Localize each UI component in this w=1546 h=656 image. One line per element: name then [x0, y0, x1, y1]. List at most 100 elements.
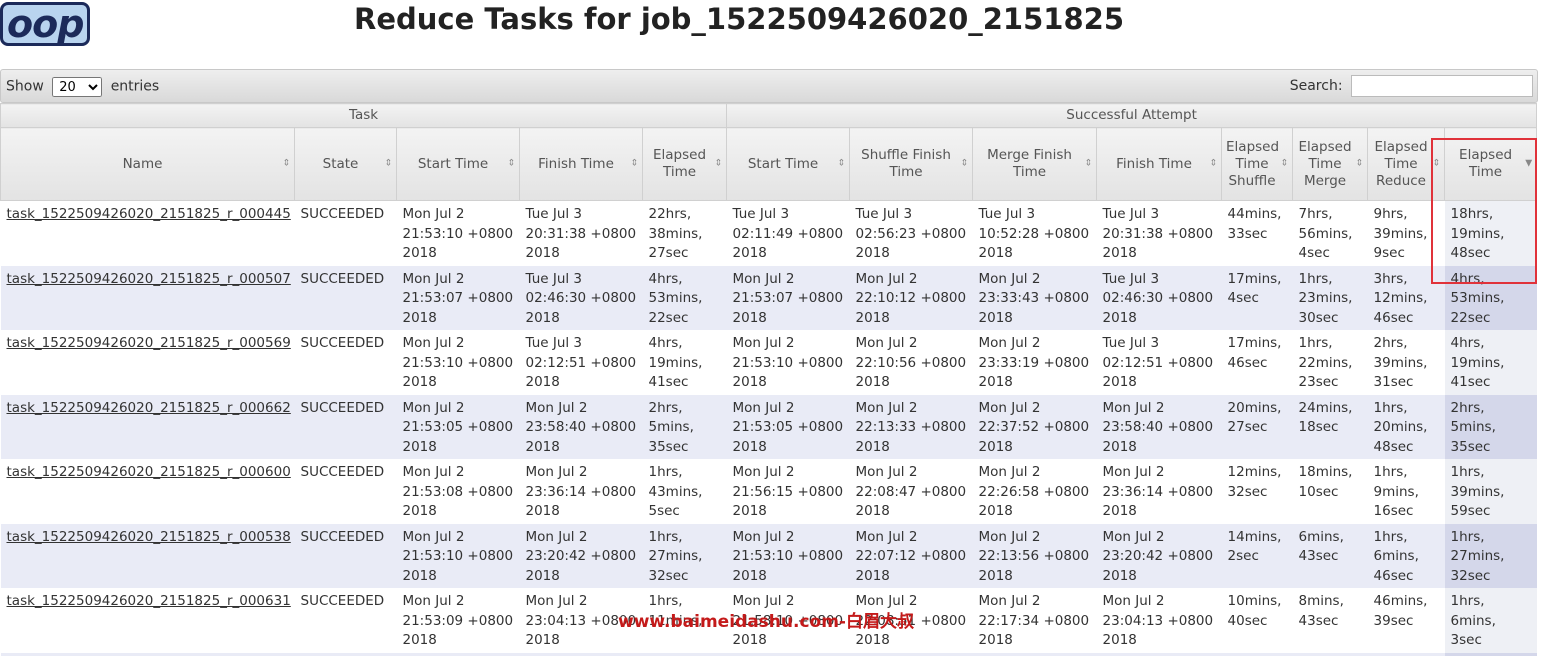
table-row: task_1522509426020_2151825_r_000445 SUCCE… [0, 200, 1537, 266]
cell-attempt-finish-time: Tue Jul 3 20:31:38 +0800 2018 [1096, 200, 1222, 266]
cell-attempt-elapsed-time: 1hrs, 27mins, 32sec [1444, 523, 1537, 588]
column-header-finish-time[interactable]: Finish Time ⇕ [519, 127, 643, 201]
cell-attempt-finish-time: Mon Jul 2 23:58:40 +0800 2018 [1096, 394, 1222, 459]
cell-state: SUCCEEDED [294, 588, 397, 653]
cell-shuffle-finish-time: Mon Jul 2 22:07:12 +0800 2018 [849, 523, 973, 588]
cell-start-time: Mon Jul 2 21:53:10 +0800 2018 [396, 523, 520, 588]
cell-name: task_1522509426020_2151825_r_000538 [0, 523, 295, 588]
sort-icon: ⇕ [1280, 158, 1289, 169]
cell-start-time: Mon Jul 2 [396, 652, 520, 656]
table-row: task_1522509426020_2151825_r_000600 SUCCE… [0, 459, 1537, 524]
cell-merge-finish-time: Mon Jul 2 23:33:19 +0800 2018 [972, 330, 1097, 395]
cell-start-time: Mon Jul 2 21:53:05 +0800 2018 [396, 394, 520, 459]
cell-merge-finish-time: Mon Jul 2 23:33:43 +0800 2018 [972, 265, 1097, 330]
cell-elapsed-reduce: 43mins, [1367, 652, 1445, 656]
column-header-attempt-elapsed-time[interactable]: Elapsed Time ▼ [1444, 127, 1538, 201]
column-header-merge-finish-time[interactable]: Merge Finish Time ⇕ [972, 127, 1098, 201]
task-link[interactable]: task_1522509426020_2151825_r_000662 [7, 400, 291, 416]
sort-icon: ⇕ [714, 158, 723, 169]
column-header-name[interactable]: Name ⇕ [0, 127, 295, 201]
cell-attempt-elapsed-time: 1hrs, 39mins, 59sec [1444, 459, 1537, 524]
cell-start-time: Mon Jul 2 21:53:10 +0800 2018 [396, 330, 520, 395]
column-header-elapsed-time[interactable]: Elapsed Time ⇕ [641, 127, 728, 201]
cell-elapsed-shuffle: 17mins, 46sec [1221, 330, 1293, 395]
cell-elapsed-merge: 7hrs, 56mins, 4sec [1292, 200, 1368, 266]
task-link[interactable]: task_1522509426020_2151825_r_000600 [7, 464, 291, 480]
cell-elapsed-shuffle: 14mins, 2sec [1221, 523, 1293, 588]
search-input[interactable] [1351, 75, 1533, 97]
search-control: Search: [1290, 75, 1533, 97]
reduce-tasks-table: Task Successful Attempt Name ⇕ State ⇕ Sta… [0, 103, 1538, 656]
table-row: task_1522509426020_2151825_r_000662 SUCCE… [0, 394, 1537, 459]
cell-merge-finish-time: Mon Jul 2 22:13:56 +0800 2018 [972, 523, 1097, 588]
cell-name: task_1522509426020_2151825_r_000600 [0, 459, 295, 524]
cell-state: SUCCEEDED [294, 330, 397, 395]
cell-elapsed-reduce: 46mins, 39sec [1367, 588, 1445, 653]
cell-finish-time: Tue Jul 3 02:12:51 +0800 2018 [519, 330, 643, 395]
search-label: Search: [1289, 78, 1343, 94]
cell-state: SUCCEEDED [294, 265, 397, 330]
column-header-state[interactable]: State ⇕ [294, 127, 397, 201]
cell-attempt-start-time: Mon Jul 2 21:53:10 +0800 2018 [726, 330, 850, 395]
cell-elapsed-merge: 8mins, 43sec [1292, 588, 1368, 653]
cell-elapsed-time: 1hrs, 27mins, 32sec [642, 523, 727, 588]
cell-attempt-finish-time: Mon Jul 2 [1096, 652, 1222, 656]
cell-attempt-elapsed-time: 18hrs, 19mins, 48sec [1444, 200, 1537, 266]
cell-elapsed-shuffle: 12mins, 32sec [1221, 459, 1293, 524]
task-link[interactable]: task_1522509426020_2151825_r_000569 [7, 335, 291, 351]
cell-attempt-start-time: Mon Jul 2 21:53:10 +0800 2018 [726, 523, 850, 588]
column-header-elapsed-shuffle[interactable]: Elapsed Time Shuffle ⇕ [1221, 127, 1294, 201]
hadoop-logo: oop [0, 2, 91, 46]
column-header-attempt-finish-time[interactable]: Finish Time ⇕ [1096, 127, 1223, 201]
cell-elapsed-shuffle: 10mins, 40sec [1221, 588, 1293, 653]
group-header-task: Task [0, 103, 728, 128]
task-link[interactable]: task_1522509426020_2151825_r_000445 [7, 206, 291, 222]
entries-length-control: Show 20 entries [6, 77, 159, 97]
cell-name: task_1522509426020_2151825_r_000631 [0, 588, 295, 653]
cell-elapsed-merge: 24mins, 18sec [1292, 394, 1368, 459]
cell-elapsed-merge: 1hrs, 23mins, 30sec [1292, 265, 1368, 330]
cell-attempt-elapsed-time: 2hrs, 5mins, 35sec [1444, 394, 1537, 459]
cell-elapsed-reduce: 1hrs, 9mins, 16sec [1367, 459, 1445, 524]
task-link[interactable]: task_1522509426020_2151825_r_000538 [7, 529, 291, 545]
column-header-start-time[interactable]: Start Time ⇕ [396, 127, 520, 201]
page: oop Reduce Tasks for job_1522509426020_2… [0, 0, 1546, 656]
cell-attempt-start-time: Mon Jul 2 21:53:07 +0800 2018 [726, 265, 850, 330]
sort-icon: ⇕ [1432, 158, 1441, 169]
task-link[interactable]: task_1522509426020_2151825_r_000631 [7, 593, 291, 609]
entries-label: entries [110, 78, 160, 95]
table-row: task_1522509426020_2151825_r_000569 SUCCE… [0, 330, 1537, 395]
cell-elapsed-merge: 1hrs, 22mins, 23sec [1292, 330, 1368, 395]
cell-merge-finish-time: Mon Jul 2 22:37:52 +0800 2018 [972, 394, 1097, 459]
cell-elapsed-time: 4hrs, 53mins, 22sec [642, 265, 727, 330]
column-header-elapsed-reduce[interactable]: Elapsed Time Reduce ⇕ [1367, 127, 1446, 201]
sort-icon: ⇕ [1084, 158, 1093, 169]
cell-elapsed-time: 2hrs, 5mins, 35sec [642, 394, 727, 459]
cell-state: SUCCEEDED [294, 394, 397, 459]
cell-shuffle-finish-time: Mon Jul 2 22:13:33 +0800 2018 [849, 394, 973, 459]
cell-shuffle-finish-time: Mon Jul 2 [849, 652, 973, 656]
sort-icon: ⇕ [960, 158, 969, 169]
cell-start-time: Mon Jul 2 21:53:09 +0800 2018 [396, 588, 520, 653]
task-link[interactable]: task_1522509426020_2151825_r_000507 [7, 271, 291, 287]
table-row: task_1522509426020_2151825_r_000693SUCCE… [0, 652, 1537, 656]
sort-icon: ⇕ [282, 158, 290, 169]
cell-finish-time: Mon Jul 2 23:20:42 +0800 2018 [519, 523, 643, 588]
table-controls: Show 20 entries Search: [0, 69, 1538, 103]
task-rows: task_1522509426020_2151825_r_000445 SUCCE… [0, 200, 1537, 656]
cell-attempt-elapsed-time: 4hrs, 19mins, 41sec [1444, 330, 1537, 395]
cell-name: task_1522509426020_2151825_r_000662 [0, 394, 295, 459]
cell-attempt-elapsed-time: 4hrs, 53mins, 22sec [1444, 265, 1537, 330]
entries-per-page-select[interactable]: 20 [52, 77, 103, 97]
cell-merge-finish-time: Mon Jul 2 22:26:58 +0800 2018 [972, 459, 1097, 524]
column-header-attempt-start-time[interactable]: Start Time ⇕ [726, 127, 851, 201]
column-header-elapsed-merge[interactable]: Elapsed Time Merge ⇕ [1292, 127, 1369, 201]
cell-state: SUCCEEDED [294, 459, 397, 524]
cell-elapsed-merge: 10mins, [1292, 652, 1368, 656]
cell-name: task_1522509426020_2151825_r_000569 [0, 330, 295, 395]
column-header-shuffle-finish-time[interactable]: Shuffle Finish Time ⇕ [849, 127, 974, 201]
cell-attempt-start-time: Mon Jul 2 21:53:05 +0800 2018 [726, 394, 850, 459]
group-header-successful-attempt: Successful Attempt [726, 103, 1538, 128]
cell-attempt-finish-time: Tue Jul 3 02:12:51 +0800 2018 [1096, 330, 1222, 395]
cell-finish-time: Tue Jul 3 20:31:38 +0800 2018 [519, 200, 643, 266]
